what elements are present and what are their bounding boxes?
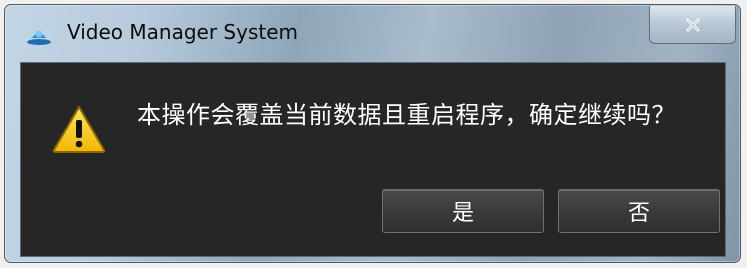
title-bar[interactable]: Video Manager System [5, 5, 740, 59]
no-button[interactable]: 否 [558, 189, 720, 233]
app-logo-icon [26, 26, 52, 46]
dialog-window: Video Manager System 本操作会覆盖当前数据且重启程序，确定继… [4, 4, 741, 263]
close-button[interactable] [649, 6, 736, 44]
yes-button[interactable]: 是 [382, 189, 544, 233]
warning-icon [51, 104, 107, 154]
dialog-message: 本操作会覆盖当前数据且重启程序，确定继续吗？ [137, 101, 676, 129]
dialog-content: 本操作会覆盖当前数据且重启程序，确定继续吗？ 是 否 [20, 62, 726, 257]
close-icon [685, 17, 701, 33]
window-title: Video Manager System [67, 20, 298, 44]
